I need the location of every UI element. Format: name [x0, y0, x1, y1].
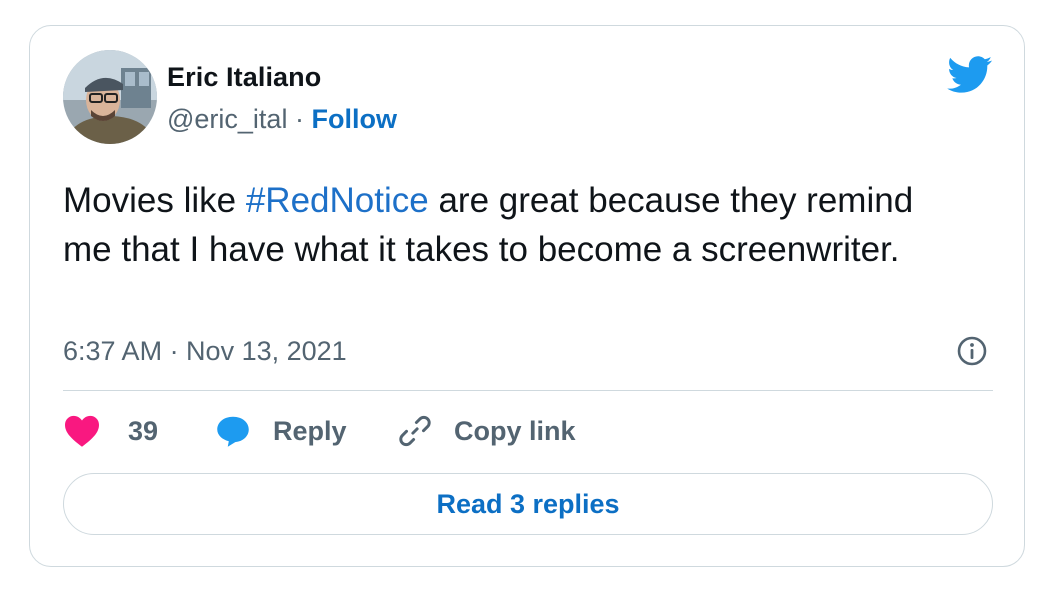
info-icon[interactable]: [956, 335, 988, 367]
hashtag-link[interactable]: #RedNotice: [246, 181, 429, 220]
author-name[interactable]: Eric Italiano: [167, 62, 321, 93]
read-replies-button[interactable]: Read 3 replies: [63, 473, 993, 535]
handle-separator: ·: [294, 104, 304, 134]
copy-link-button[interactable]: Copy link: [398, 414, 576, 448]
link-icon: [399, 415, 431, 447]
author-handle-line: @eric_ital · Follow: [167, 104, 397, 135]
author-handle[interactable]: @eric_ital: [167, 104, 287, 134]
avatar[interactable]: [63, 50, 157, 144]
follow-button[interactable]: Follow: [311, 104, 396, 134]
tweet-text-before: Movies like: [63, 181, 246, 220]
divider: [63, 390, 993, 391]
tweet-text: Movies like #RedNotice are great because…: [63, 176, 963, 274]
reply-label: Reply: [273, 415, 347, 446]
tweet-card: Eric Italiano @eric_ital · Follow Movies…: [29, 25, 1025, 567]
like-button[interactable]: 39: [63, 414, 158, 448]
heart-icon: [65, 415, 99, 447]
copy-link-label: Copy link: [454, 415, 576, 446]
speech-bubble-icon: [217, 416, 249, 447]
twitter-bird-icon[interactable]: [947, 56, 993, 94]
reply-button[interactable]: Reply: [215, 414, 347, 448]
like-count: 39: [128, 415, 159, 446]
tweet-timestamp[interactable]: 6:37 AM · Nov 13, 2021: [63, 336, 347, 367]
